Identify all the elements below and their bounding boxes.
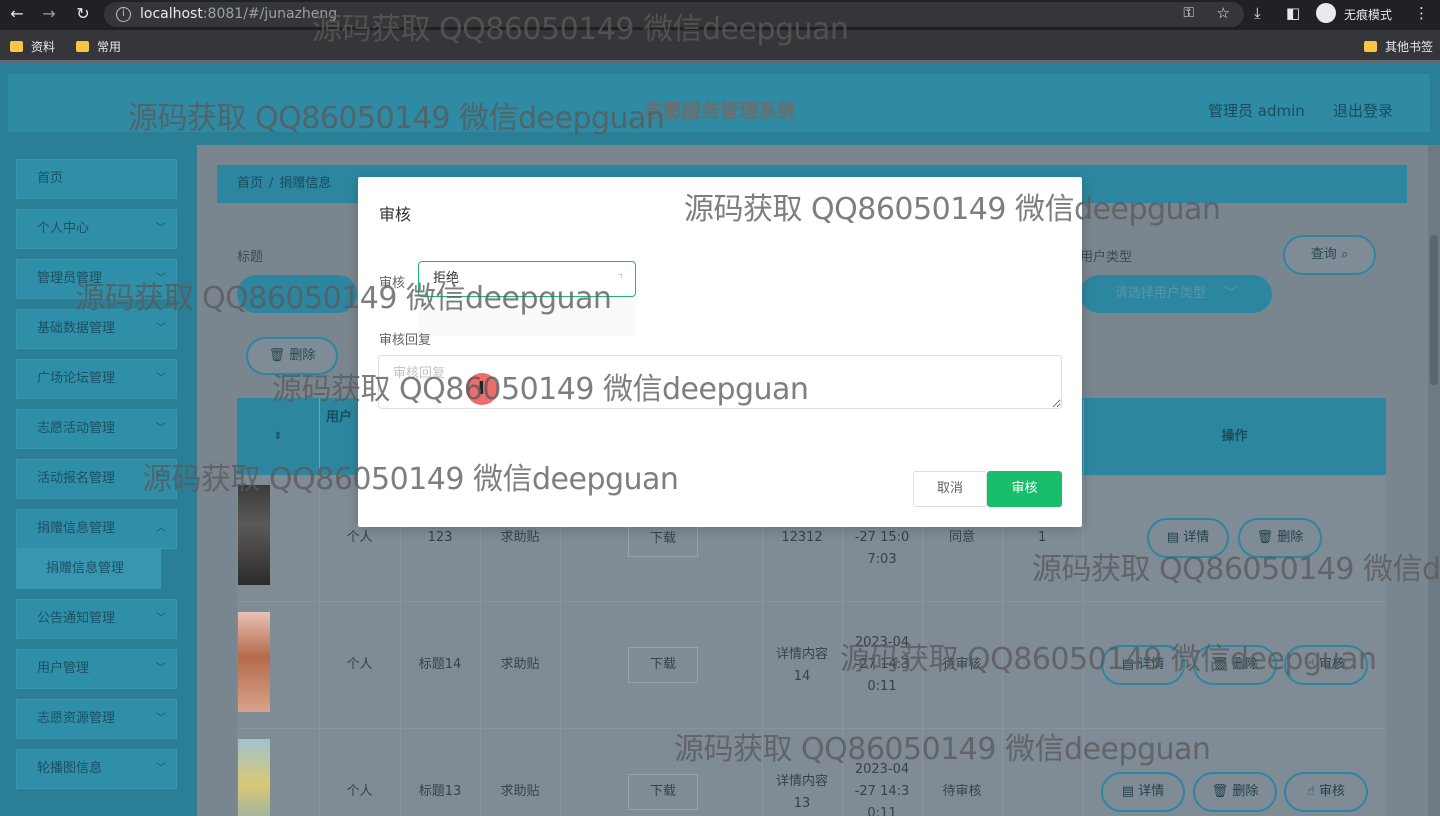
row-image[interactable] — [238, 612, 270, 712]
chevron-down-icon: ﹀ — [156, 663, 166, 674]
sidebar-item-activities[interactable]: 志愿活动管理 ﹀ — [16, 409, 177, 449]
watermark: 源码获取 QQ86050149 微信deepguan — [674, 732, 1211, 767]
row-user-type: 个人 — [346, 530, 373, 545]
incognito-icon[interactable] — [1316, 3, 1336, 23]
row-category: 求助贴 — [500, 784, 540, 799]
sidebar-item-resources[interactable]: 志愿资源管理 ﹀ — [16, 699, 177, 739]
bookmark-folder-ziliao[interactable]: 资料 — [10, 38, 55, 55]
reply-label: 审核回复 — [379, 333, 432, 348]
sidebar-item-profile[interactable]: 个人中心 ﹀ — [16, 209, 177, 249]
row-time: -27 15:0 7:03 — [854, 530, 910, 567]
trash-icon: 🗑 — [1256, 530, 1274, 545]
watermark: 源码获取 QQ86050149 微信deepguan — [840, 642, 1377, 677]
chevron-up-icon: ⌝ — [617, 272, 623, 286]
row-image[interactable] — [238, 739, 270, 816]
delete-button[interactable]: 🗑 删除 — [1193, 772, 1277, 812]
row-status: 待审核 — [942, 784, 982, 799]
dialog-title: 审核 — [379, 205, 412, 224]
download-button[interactable]: 下载 — [628, 774, 698, 810]
chevron-up-icon: ︿ — [156, 523, 166, 534]
menu-icon[interactable]: ⋮ — [1414, 4, 1429, 22]
key-icon[interactable]: ⚿ — [1183, 5, 1194, 21]
watermark: 源码获取 QQ86050149 微信deepguan — [272, 372, 809, 407]
detail-button[interactable]: ▤ 详情 — [1101, 772, 1185, 812]
folder-icon — [1364, 41, 1377, 52]
row-detail: 12312 — [781, 530, 823, 545]
chevron-down-icon: ﹀ — [1224, 286, 1238, 301]
column-ops: 操作 — [1221, 429, 1248, 444]
filter-title-label: 标题 — [237, 250, 264, 265]
bookmark-folder-other[interactable]: 其他书签 — [1364, 38, 1433, 55]
row-detail: 详情内容 13 — [775, 774, 828, 811]
url-text[interactable]: localhost:8081/#/junazheng — [140, 6, 337, 22]
sidebar-item-donations[interactable]: 捐赠信息管理 ︿ — [16, 509, 177, 549]
row-detail: 详情内容 14 — [775, 647, 828, 684]
sidebar-item-notices[interactable]: 公告通知管理 ﹀ — [16, 599, 177, 639]
chevron-down-icon: ﹀ — [156, 423, 166, 434]
document-icon: ▤ — [1166, 530, 1180, 545]
incognito-label[interactable]: 无痕模式 — [1344, 6, 1392, 23]
page-scrollbar[interactable] — [1428, 145, 1440, 816]
document-icon: ▤ — [1121, 784, 1135, 799]
sidebar-item-forum[interactable]: 广场论坛管理 ﹀ — [16, 359, 177, 399]
folder-icon — [10, 41, 23, 52]
trash-icon: 🗑 — [1211, 784, 1229, 799]
bookmark-folder-changyong[interactable]: 常用 — [76, 38, 121, 55]
sidebar-subitem-donation-manage[interactable]: 捐赠信息管理 — [16, 549, 161, 589]
row-title: 123 — [427, 530, 453, 545]
admin-label: 管理员 admin — [1208, 102, 1305, 120]
chevron-down-icon: ﹀ — [156, 373, 166, 384]
logout-link[interactable]: 退出登录 — [1333, 100, 1393, 121]
watermark: 源码获取 QQ86050149 微信d — [1032, 552, 1440, 587]
chevron-down-icon: ﹀ — [156, 223, 166, 234]
watermark: 源码获取 QQ86050149 微信deepguan — [128, 101, 665, 136]
sidebar-item-home[interactable]: 首页 — [16, 159, 177, 199]
sidebar-item-users[interactable]: 用户管理 ﹀ — [16, 649, 177, 689]
chevron-down-icon: ﹀ — [156, 763, 166, 774]
search-icon: ⌕ — [1340, 247, 1349, 262]
row-user-type: 个人 — [346, 657, 373, 672]
user-type-select[interactable]: 请选择用户类型 ﹀ — [1080, 275, 1272, 313]
sidebar-item-carousel[interactable]: 轮播图信息 ﹀ — [16, 749, 177, 789]
chevron-down-icon: ﹀ — [156, 713, 166, 724]
chevron-down-icon: ﹀ — [156, 613, 166, 624]
row-title: 标题14 — [418, 657, 462, 672]
watermark: 源码获取 QQ86050149 微信deepguan — [312, 12, 849, 47]
forward-icon[interactable]: → — [38, 4, 60, 23]
query-button[interactable]: 查询 ⌕ — [1283, 235, 1376, 275]
trash-icon: 🗑 — [268, 348, 286, 363]
watermark: 源码获取 QQ86050149 微信deepguan — [684, 192, 1221, 227]
folder-icon — [76, 41, 89, 52]
row-image[interactable] — [238, 485, 270, 585]
row-category: 求助贴 — [500, 530, 540, 545]
back-icon[interactable]: ← — [6, 4, 28, 23]
reload-icon[interactable]: ↻ — [72, 4, 94, 23]
download-button[interactable]: 下载 — [628, 647, 698, 683]
row-user-type: 个人 — [346, 784, 373, 799]
breadcrumb-home[interactable]: 首页 — [237, 176, 263, 191]
bookmark-star-icon[interactable]: ☆ — [1217, 4, 1230, 22]
sidebar-toggle-icon[interactable]: ◧ — [1286, 4, 1300, 22]
audit-button[interactable]: ☝ 审核 — [1284, 772, 1368, 812]
watermark: 源码获取 QQ86050149 微信deepguan — [75, 281, 612, 316]
watermark: 源码获取 QQ86050149 微信deepguan — [142, 462, 679, 497]
cancel-button[interactable]: 取消 — [913, 471, 987, 507]
confirm-audit-button[interactable]: 审核 — [987, 471, 1062, 507]
site-info-icon[interactable]: i — [116, 7, 131, 22]
row-category: 求助贴 — [500, 657, 540, 672]
breadcrumb-current: 捐赠信息 — [279, 176, 332, 191]
row-title: 标题13 — [418, 784, 462, 799]
hand-icon: ☝ — [1306, 784, 1315, 799]
download-icon[interactable]: ⤓ — [1254, 4, 1261, 22]
row-status: 同意 — [948, 530, 975, 545]
filter-user-type-label: 用户类型 — [1080, 250, 1133, 265]
